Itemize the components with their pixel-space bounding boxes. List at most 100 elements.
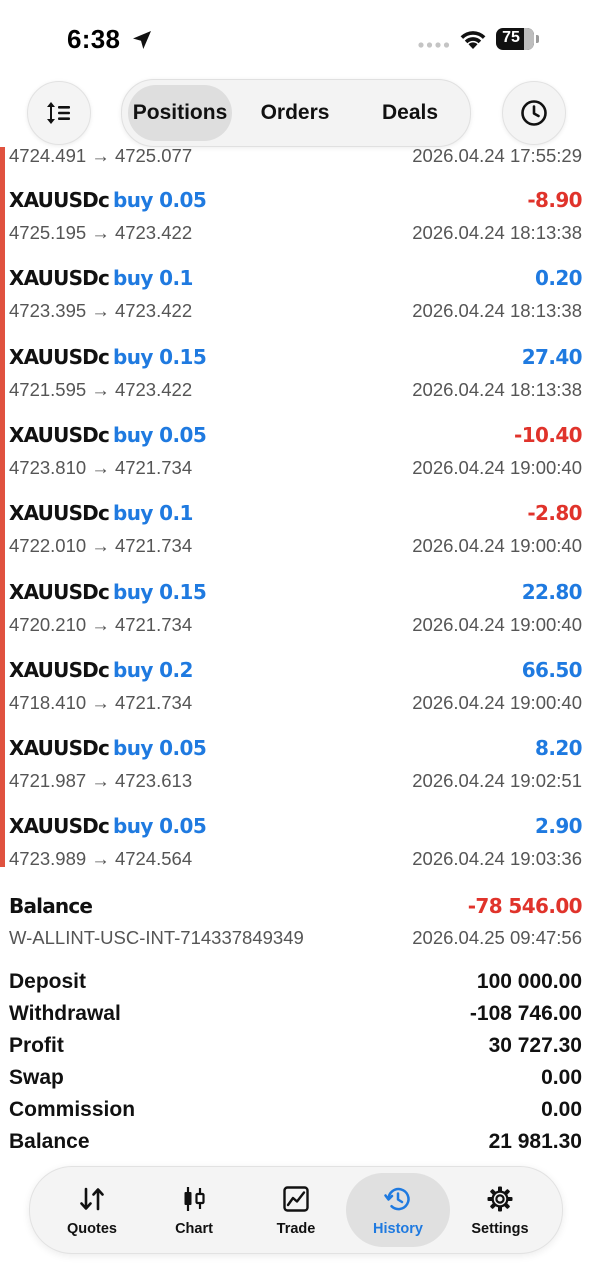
deal-profit: -2.80 bbox=[527, 501, 582, 526]
tab-history[interactable]: History bbox=[346, 1173, 450, 1247]
deal-row[interactable]: XAUUSDc buy 0.1 -2.80 4722.010 → 4721.734 20… bbox=[0, 497, 591, 575]
deal-symbol: XAUUSDc bbox=[9, 814, 110, 839]
deal-side-volume: buy 0.15 bbox=[113, 344, 207, 369]
deal-symbol: XAUUSDc bbox=[9, 422, 110, 447]
partial-row-prices: 4724.491 → 4725.077 bbox=[9, 145, 193, 166]
balance-entry-amount: -78 546.00 bbox=[467, 894, 583, 918]
deal-title: XAUUSDc buy 0.1 bbox=[9, 266, 193, 290]
quotes-icon bbox=[80, 1187, 104, 1211]
deal-side-volume: buy 0.05 bbox=[113, 814, 207, 839]
deal-row[interactable]: XAUUSDc buy 0.2 66.50 4718.410 → 4721.734 20… bbox=[0, 654, 591, 732]
summary-label: Swap bbox=[9, 1066, 64, 1089]
deal-datetime: 2026.04.24 19:00:40 bbox=[412, 613, 582, 635]
deal-datetime: 2026.04.24 19:02:51 bbox=[412, 770, 582, 792]
tab-quotes[interactable]: Quotes bbox=[40, 1173, 144, 1247]
deal-side-volume: buy 0.05 bbox=[113, 422, 207, 447]
deal-row[interactable]: XAUUSDc buy 0.05 -10.40 4723.810 → 4721.734… bbox=[0, 419, 591, 497]
deal-datetime: 2026.04.24 18:13:38 bbox=[412, 222, 582, 243]
deal-row[interactable]: XAUUSDc buy 0.15 22.80 4720.210 → 4721.734 2… bbox=[0, 576, 591, 654]
deal-symbol: XAUUSDc bbox=[9, 736, 110, 761]
deal-side-volume: buy 0.2 bbox=[113, 657, 193, 682]
deal-symbol: XAUUSDc bbox=[9, 188, 110, 212]
tab-trade[interactable]: Trade bbox=[244, 1173, 348, 1247]
deal-symbol: XAUUSDc bbox=[9, 266, 110, 291]
segment-orders[interactable]: Orders bbox=[240, 85, 350, 141]
deal-prices: 4725.195 → 4723.422 bbox=[9, 222, 193, 243]
trade-icon bbox=[283, 1186, 309, 1212]
deal-prices: 4723.810 → 4721.734 bbox=[9, 456, 193, 478]
summary-value: 0.00 bbox=[541, 1066, 582, 1089]
deal-profit: 66.50 bbox=[521, 657, 583, 682]
deal-profit: 0.20 bbox=[535, 266, 583, 291]
balance-entry-datetime: 2026.04.25 09:47:56 bbox=[412, 927, 582, 948]
gear-icon bbox=[487, 1186, 513, 1212]
deal-prices: 4723.395 → 4723.422 bbox=[9, 300, 193, 322]
partial-row-datetime: 2026.04.24 17:55:29 bbox=[412, 145, 582, 166]
view-segmented-control: Positions Orders Deals bbox=[121, 79, 471, 147]
location-arrow-icon bbox=[133, 31, 151, 49]
deal-side-volume: buy 0.05 bbox=[113, 736, 207, 761]
deal-datetime: 2026.04.24 18:13:38 bbox=[412, 378, 582, 400]
deal-title: XAUUSDc buy 0.2 bbox=[9, 658, 193, 682]
deal-title: XAUUSDc buy 0.05 bbox=[9, 188, 207, 212]
deal-prices: 4723.989 → 4724.564 bbox=[9, 848, 193, 870]
deal-row[interactable]: XAUUSDc buy 0.05 2.90 4723.989 → 4724.564 20… bbox=[0, 810, 591, 888]
deal-side-volume: buy 0.1 bbox=[113, 266, 193, 291]
deal-datetime: 2026.04.24 19:00:40 bbox=[412, 691, 582, 713]
summary-label: Deposit bbox=[9, 970, 87, 993]
summary-row-balance: Balance 21 981.30 bbox=[0, 1128, 591, 1160]
deal-prices: 4721.595 → 4723.422 bbox=[9, 378, 193, 400]
deal-symbol: XAUUSDc bbox=[9, 501, 110, 526]
balance-entry-label: Balance bbox=[9, 894, 93, 918]
battery-icon: 75 bbox=[496, 28, 540, 50]
summary-row-profit: Profit 30 727.30 bbox=[0, 1032, 591, 1064]
wifi-icon bbox=[460, 31, 486, 49]
deal-prices: 4721.987 → 4723.613 bbox=[9, 770, 193, 792]
balance-entry-account: W-ALLINT-USC-INT-714337849349 bbox=[9, 927, 304, 948]
deal-row[interactable]: XAUUSDc buy 0.05 8.20 4721.987 → 4723.613 20… bbox=[0, 732, 591, 810]
summary-label: Balance bbox=[9, 1130, 90, 1153]
summary-value: 0.00 bbox=[541, 1098, 582, 1121]
history-icon bbox=[384, 1187, 410, 1211]
tab-label: Chart bbox=[175, 1221, 213, 1237]
tab-label: Trade bbox=[276, 1221, 316, 1237]
deal-profit: 2.90 bbox=[535, 814, 583, 839]
deal-profit: -10.40 bbox=[514, 422, 583, 447]
summary-value: 100 000.00 bbox=[476, 970, 582, 993]
deal-symbol: XAUUSDc bbox=[9, 344, 110, 369]
deal-datetime: 2026.04.24 19:00:40 bbox=[412, 456, 582, 478]
deal-title: XAUUSDc buy 0.05 bbox=[9, 814, 207, 839]
tab-chart[interactable]: Chart bbox=[142, 1173, 246, 1247]
deal-prices: 4722.010 → 4721.734 bbox=[9, 535, 193, 557]
signal-dots-icon bbox=[418, 42, 450, 48]
clock-icon bbox=[521, 100, 547, 126]
tab-bar: Quotes Chart Trade History Settings bbox=[29, 1166, 563, 1254]
sort-icon bbox=[47, 102, 70, 124]
deal-row[interactable]: XAUUSDc buy 0.1 0.20 4723.395 → 4723.422 202… bbox=[0, 262, 591, 340]
summary-row-withdrawal: Withdrawal -108 746.00 bbox=[0, 1000, 591, 1032]
battery-level: 75 bbox=[502, 29, 520, 46]
period-button[interactable] bbox=[502, 81, 566, 145]
summary-row-swap: Swap 0.00 bbox=[0, 1064, 591, 1096]
deal-row[interactable]: XAUUSDc buy 0.05 -8.90 4725.195 → 4723.422 2… bbox=[0, 184, 591, 262]
deal-datetime: 2026.04.24 19:03:36 bbox=[412, 848, 582, 870]
segment-deals[interactable]: Deals bbox=[356, 85, 464, 141]
deal-row[interactable]: XAUUSDc buy 0.15 27.40 4721.595 → 4723.422 2… bbox=[0, 341, 591, 419]
balance-entry-row[interactable]: Balance -78 546.00 W-ALLINT-USC-INT-7143… bbox=[0, 890, 591, 960]
deal-profit: 22.80 bbox=[521, 579, 583, 604]
deal-side-volume: buy 0.05 bbox=[113, 188, 207, 212]
tab-label: Settings bbox=[471, 1221, 529, 1237]
tab-label: History bbox=[373, 1221, 423, 1237]
status-time: 6:38 bbox=[67, 24, 121, 54]
deal-prices: 4718.410 → 4721.734 bbox=[9, 691, 193, 713]
tab-settings[interactable]: Settings bbox=[448, 1173, 552, 1247]
deal-symbol: XAUUSDc bbox=[9, 579, 110, 604]
summary-row-deposit: Deposit 100 000.00 bbox=[0, 968, 591, 1000]
deal-profit: -8.90 bbox=[527, 188, 582, 212]
deal-title: XAUUSDc buy 0.15 bbox=[9, 344, 207, 369]
segment-positions[interactable]: Positions bbox=[128, 85, 232, 141]
deal-profit: 27.40 bbox=[521, 344, 583, 369]
deal-datetime: 2026.04.24 19:00:40 bbox=[412, 535, 582, 557]
summary-value: 30 727.30 bbox=[488, 1034, 582, 1057]
sort-button[interactable] bbox=[27, 81, 91, 145]
